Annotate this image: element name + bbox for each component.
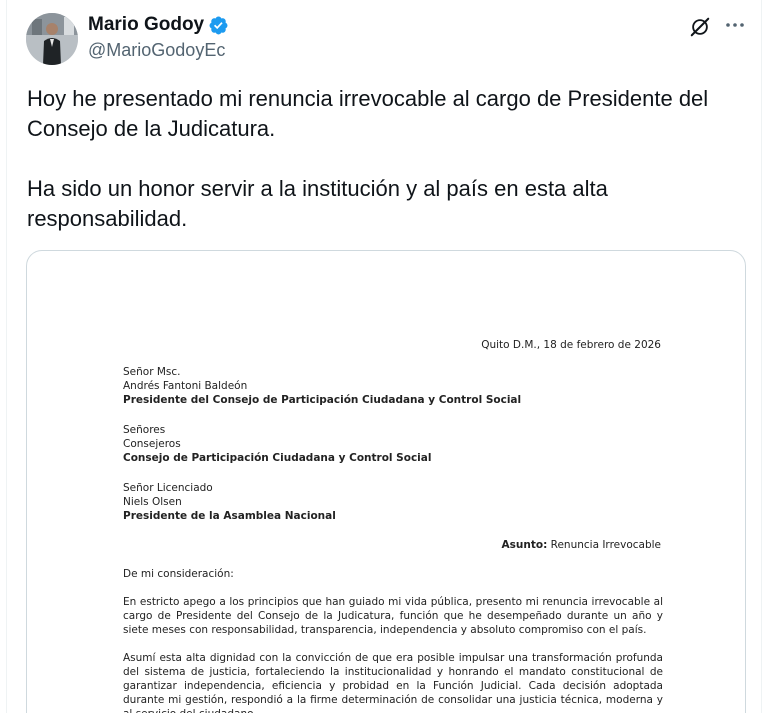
- letter-date: Quito D.M., 18 de febrero de 2026: [481, 339, 661, 351]
- subject-label: Asunto:: [501, 539, 548, 551]
- author-display-name[interactable]: Mario Godoy: [88, 14, 204, 36]
- person-photo-icon: [26, 13, 78, 65]
- recipient-salutation: Señor Licenciado: [123, 482, 213, 494]
- more-options-icon[interactable]: [723, 13, 747, 37]
- recipient-title: Presidente de la Asamblea Nacional: [123, 510, 336, 522]
- letter-document: Quito D.M., 18 de febrero de 2026 Señor …: [27, 251, 745, 713]
- subject-value: Renuncia Irrevocable: [550, 539, 661, 551]
- author-avatar[interactable]: [26, 13, 78, 65]
- tweet-media-image[interactable]: Quito D.M., 18 de febrero de 2026 Señor …: [26, 250, 746, 713]
- recipient-salutation: Señor Msc.: [123, 366, 181, 378]
- author-handle[interactable]: @MarioGodoyEc: [88, 40, 225, 61]
- recipient-name: Consejeros: [123, 438, 181, 450]
- verified-badge-icon[interactable]: [208, 15, 229, 36]
- recipient-title: Consejo de Participación Ciudadana y Con…: [123, 452, 432, 464]
- recipient-salutation: Señores: [123, 424, 166, 436]
- author-name-row: Mario Godoy: [88, 14, 229, 36]
- letter-greeting: De mi consideración:: [123, 568, 234, 580]
- recipient-name: Niels Olsen: [123, 496, 182, 508]
- recipient-name: Andrés Fantoni Baldeón: [123, 380, 248, 392]
- recipient-title: Presidente del Consejo de Participación …: [123, 394, 522, 406]
- grok-icon[interactable]: [689, 16, 711, 38]
- letter-paragraph: Asumí esta alta dignidad con la convicci…: [123, 652, 663, 713]
- letter-subject: Asunto: Renuncia Irrevocable: [502, 538, 661, 552]
- letter-paragraph: En estricto apego a los principios que h…: [123, 596, 663, 636]
- tweet-text: Hoy he presentado mi renuncia irrevocabl…: [27, 86, 709, 231]
